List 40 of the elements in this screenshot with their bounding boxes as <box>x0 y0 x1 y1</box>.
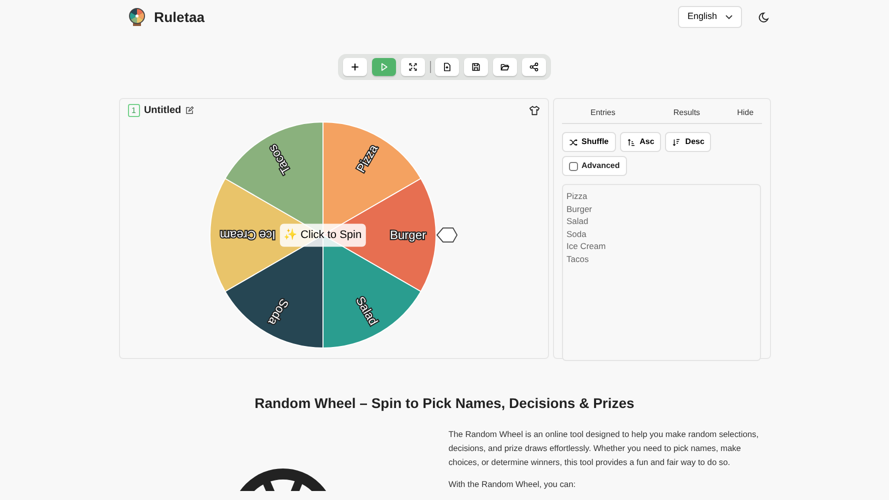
entries-field[interactable]: Pizza Burger Salad Soda Ice Cream Tacos <box>562 184 760 361</box>
file-plus-icon <box>442 62 452 72</box>
hide-link[interactable]: Hide <box>729 107 762 119</box>
moon-icon[interactable] <box>758 12 769 22</box>
spin-button[interactable]: ✨ Click to Spin <box>279 224 366 246</box>
wheel-number: 1 <box>128 104 140 117</box>
segment-label: Burger <box>389 228 426 242</box>
desc-button[interactable]: Desc <box>665 132 712 152</box>
add-button[interactable] <box>343 58 367 76</box>
plus-icon <box>350 62 360 72</box>
wheel-title[interactable]: Untitled <box>144 103 182 118</box>
language-select[interactable]: English <box>678 6 742 28</box>
open-button[interactable] <box>493 58 518 76</box>
new-file-button[interactable] <box>435 58 460 76</box>
play-icon <box>378 62 389 72</box>
t-shirt-icon[interactable] <box>528 105 540 116</box>
expand-icon <box>408 62 418 72</box>
share-icon <box>528 62 539 72</box>
share-button[interactable] <box>522 58 546 76</box>
brand-name[interactable]: Ruletaa <box>154 6 205 28</box>
folder-icon <box>500 62 510 72</box>
advanced-checkbox[interactable] <box>568 162 578 170</box>
pointer-icon <box>436 228 458 242</box>
save-button[interactable] <box>464 58 488 76</box>
asc-button[interactable]: Asc <box>620 132 662 152</box>
shuffle-button[interactable]: Shuffle <box>562 132 616 152</box>
tab[interactable]: Results <box>644 107 730 119</box>
segment-label: Ice Cream <box>220 228 275 242</box>
advanced-toggle[interactable]: Advanced <box>562 156 627 176</box>
shuffle-icon <box>568 138 578 146</box>
wheel-logo-icon <box>128 7 146 27</box>
article-paragraph: With the Random Wheel, you can: <box>448 478 577 491</box>
sort-descending-icon <box>672 138 682 146</box>
chevron-down-icon <box>725 14 733 20</box>
tab[interactable]: Entries <box>562 107 644 119</box>
sort-ascending-icon <box>626 138 636 146</box>
edit-icon[interactable] <box>185 106 194 115</box>
article-heading: Random Wheel – Spin to Pick Names, Decisions & Prizes <box>254 394 636 413</box>
article-paragraph: The Random Wheel is an online tool designed to help you make random selections, decisions, and prize draws effortlessly. Whether you need to pick names, make choices, or determine winners, this tool provides a fun and fair way to do so. <box>448 428 760 469</box>
fullscreen-button[interactable] <box>400 58 425 76</box>
